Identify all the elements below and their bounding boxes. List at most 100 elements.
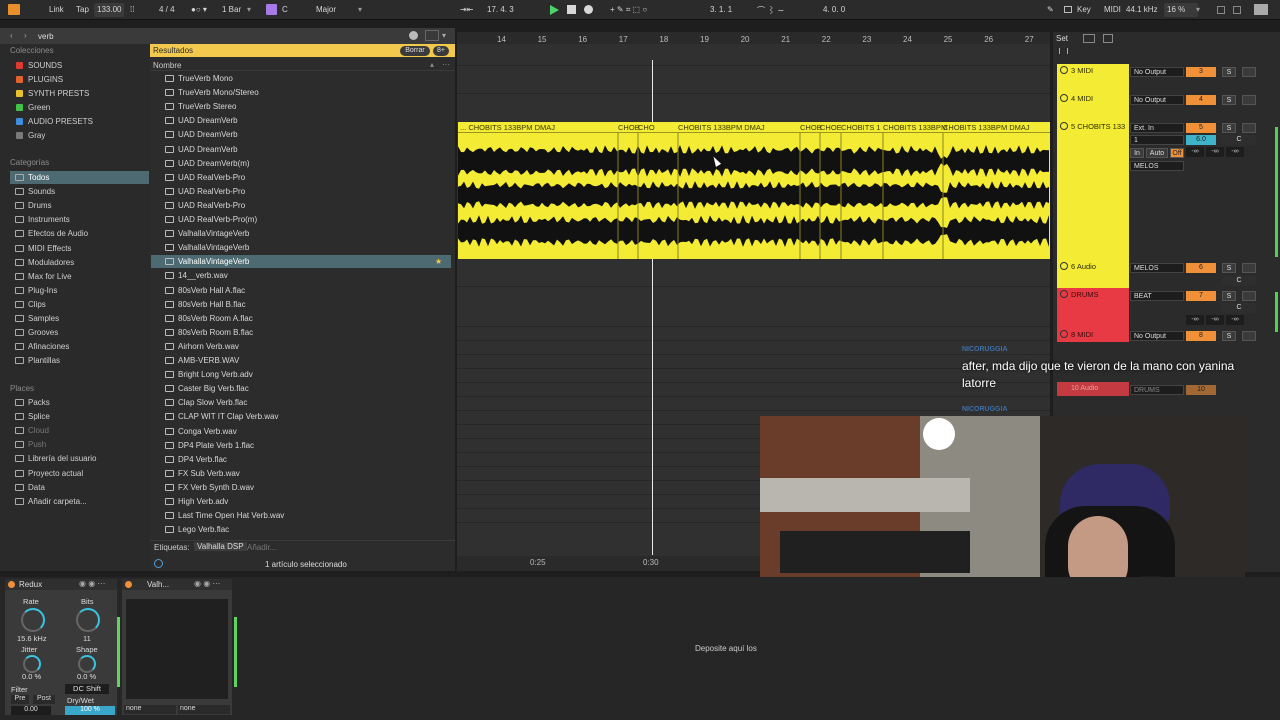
link-button[interactable]: Link: [49, 5, 64, 14]
scroll-left-icon[interactable]: [1057, 48, 1060, 54]
result-item[interactable]: Conga Verb.wav: [151, 425, 451, 438]
clip-segment-label[interactable]: CHOBITS 133BPM: [883, 123, 947, 132]
option-select-2[interactable]: none: [178, 705, 230, 714]
key-map-icon[interactable]: [1064, 6, 1072, 13]
browser-toggle-icon[interactable]: [8, 4, 20, 15]
groove-icon[interactable]: ●○ ▾: [191, 5, 207, 14]
monitor-auto-button[interactable]: Auto: [1146, 148, 1168, 158]
pan-field[interactable]: C: [1222, 135, 1256, 145]
overdub-icon[interactable]: + ✎ ⌗ ⬚ ○: [610, 5, 647, 15]
place-item[interactable]: Push: [10, 438, 149, 451]
place-item[interactable]: Añadir carpeta...: [10, 495, 149, 508]
place-item[interactable]: Splice: [10, 410, 149, 423]
result-item[interactable]: FX Sub Verb.wav: [151, 467, 451, 480]
collection-item[interactable]: SYNTH PRESTS: [10, 87, 149, 100]
device-power-icon[interactable]: [8, 581, 15, 588]
loop-length[interactable]: 4. 0. 0: [823, 5, 845, 14]
collection-item[interactable]: PLUGINS: [10, 73, 149, 86]
category-item[interactable]: Instruments: [10, 213, 149, 226]
tag-chip[interactable]: Valhalla DSP: [194, 542, 247, 551]
track-header[interactable]: 6 Audio: [1057, 260, 1129, 288]
result-item[interactable]: DP4 Plate Verb 1.flac: [151, 439, 451, 452]
options-icon[interactable]: ⋯: [442, 60, 450, 69]
track-output-select[interactable]: MELOS: [1130, 263, 1184, 273]
solo-button[interactable]: S: [1222, 67, 1236, 77]
result-item[interactable]: Last Time Open Hat Verb.wav: [151, 509, 451, 522]
audio-clip-chobits[interactable]: ... CHOBITS 133BPM DMAJ CHOB CHO CHOBITS 13…: [458, 122, 1050, 259]
key-root-select[interactable]: C: [282, 5, 288, 14]
result-item[interactable]: CLAP WIT IT Clap Verb.wav: [151, 410, 451, 423]
category-item[interactable]: Todos: [10, 171, 149, 184]
track-activator[interactable]: 4: [1186, 95, 1216, 105]
scroll-right-icon[interactable]: [1067, 48, 1070, 54]
monitor-in-button[interactable]: In: [1130, 148, 1144, 158]
send-field[interactable]: -∞: [1186, 315, 1204, 325]
tempo-field[interactable]: 133.00: [94, 3, 124, 17]
result-item[interactable]: Lego Verb.flac: [151, 523, 451, 536]
quantize-select[interactable]: 1 Bar: [222, 5, 241, 14]
stop-icon[interactable]: [567, 5, 576, 14]
send-field[interactable]: -∞: [1186, 147, 1204, 157]
track-output-select[interactable]: Ext. In: [1130, 123, 1184, 133]
result-item[interactable]: TrueVerb Mono/Stereo: [151, 86, 451, 99]
send-field[interactable]: -∞: [1226, 315, 1244, 325]
place-item[interactable]: Packs: [10, 396, 149, 409]
result-item[interactable]: 80sVerb Room A.flac: [151, 312, 451, 325]
clip-segment-label[interactable]: CHOB: [618, 123, 640, 132]
track-fold-icon[interactable]: [1060, 94, 1068, 102]
place-item[interactable]: Proyecto actual: [10, 467, 149, 480]
option-select-1[interactable]: none: [124, 705, 176, 714]
pre-button[interactable]: Pre: [11, 695, 29, 704]
clip-segment-label[interactable]: CHOBITS 133BPM DMAJ: [678, 123, 765, 132]
result-item[interactable]: Clap Slow Verb.flac: [151, 396, 451, 409]
result-item[interactable]: UAD DreamVerb: [151, 114, 451, 127]
arm-button[interactable]: [1242, 95, 1256, 105]
track-header[interactable]: DRUMS: [1057, 288, 1129, 328]
lock-icon[interactable]: [1103, 34, 1113, 43]
arm-button[interactable]: [1242, 67, 1256, 77]
time-signature[interactable]: 4 / 4: [159, 5, 175, 14]
clear-search-icon[interactable]: [409, 31, 418, 40]
category-item[interactable]: Clips: [10, 298, 149, 311]
song-position[interactable]: 17. 4. 3: [487, 5, 514, 14]
solo-button[interactable]: S: [1222, 123, 1236, 133]
column-header[interactable]: Nombre ▴ ⋯: [150, 60, 455, 71]
result-item[interactable]: 14__verb.wav: [151, 269, 451, 282]
place-item[interactable]: Librería del usuario: [10, 452, 149, 465]
result-item[interactable]: UAD RealVerb-Pro(m): [151, 213, 451, 226]
result-item[interactable]: TrueVerb Mono: [151, 72, 451, 85]
pan-field[interactable]: C: [1222, 303, 1256, 313]
track-header[interactable]: 8 MIDI: [1057, 328, 1129, 342]
track-output-select[interactable]: No Output: [1130, 95, 1184, 105]
rate-knob[interactable]: [21, 608, 45, 632]
place-item[interactable]: Cloud: [10, 424, 149, 437]
collection-item[interactable]: SOUNDS: [10, 59, 149, 72]
category-item[interactable]: Plug-Ins: [10, 284, 149, 297]
result-item[interactable]: UAD DreamVerb: [151, 143, 451, 156]
collection-item[interactable]: AUDIO PRESETS: [10, 115, 149, 128]
result-item[interactable]: 80sVerb Hall A.flac: [151, 284, 451, 297]
track-activator[interactable]: 6: [1186, 263, 1216, 273]
arm-button[interactable]: [1242, 123, 1256, 133]
result-item[interactable]: 80sVerb Hall B.flac: [151, 298, 451, 311]
track-output-select[interactable]: No Output: [1130, 331, 1184, 341]
drywet-value[interactable]: 100 %: [65, 706, 115, 715]
result-item[interactable]: UAD RealVerb-Pro: [151, 171, 451, 184]
category-item[interactable]: Sounds: [10, 185, 149, 198]
scale-select[interactable]: Major: [316, 5, 336, 14]
clip-segment-label[interactable]: CHO: [638, 123, 655, 132]
category-item[interactable]: Afinaciones: [10, 340, 149, 353]
result-item[interactable]: High Verb.adv: [151, 495, 451, 508]
send-field[interactable]: -∞: [1226, 147, 1244, 157]
jitter-knob[interactable]: [23, 655, 41, 673]
search-input[interactable]: [38, 30, 404, 42]
send-field[interactable]: -∞: [1206, 315, 1224, 325]
record-icon[interactable]: [584, 5, 593, 14]
menu-chevron-icon[interactable]: ▾: [442, 31, 446, 40]
send-field[interactable]: -∞: [1206, 147, 1224, 157]
metronome-icon[interactable]: ⁞⁞: [130, 5, 134, 14]
info-icon[interactable]: [154, 559, 163, 568]
result-item[interactable]: ValhallaVintageVerb: [151, 241, 451, 254]
track-header[interactable]: 4 MIDI: [1057, 92, 1129, 120]
track-activator[interactable]: 3: [1186, 67, 1216, 77]
